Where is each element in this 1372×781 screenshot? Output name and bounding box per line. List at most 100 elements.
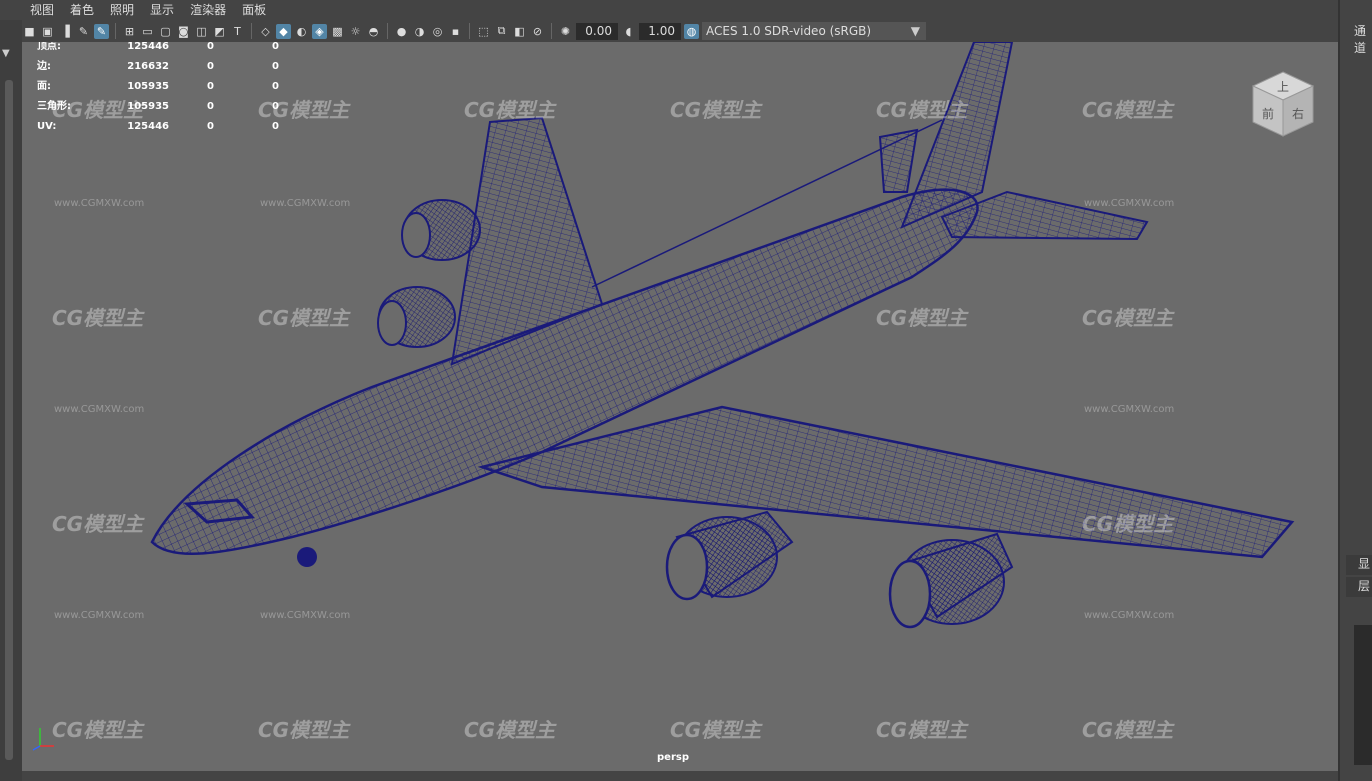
hud-value: 125446 [127, 121, 169, 132]
color-space-dropdown[interactable]: ACES 1.0 SDR-video (sRGB) ▼ [702, 22, 926, 40]
resolution-gate-icon[interactable]: ▢ [158, 24, 173, 39]
gamma-field[interactable]: 1.00 [639, 22, 681, 40]
toolbar-separator [387, 23, 388, 39]
hud-value: 0 [207, 42, 214, 52]
watermark-logo: CG模型主 [876, 306, 968, 330]
menu-show[interactable]: 显示 [142, 0, 182, 20]
watermark-logo: CG模型主 [258, 306, 350, 330]
near-engine-outer [888, 532, 1014, 629]
watermark-url: www.CGMXW.com [260, 198, 351, 209]
camera-icon[interactable]: ■ [22, 24, 37, 39]
bookmark-icon[interactable]: ▐ [58, 24, 73, 39]
watermark-logo: CG模型主 [1082, 306, 1174, 330]
far-engine-lower [377, 286, 456, 348]
hud-row-edges: 边: 216632 0 0 [37, 62, 279, 82]
channel-box-panel: 通道 显 层 [1338, 0, 1372, 781]
hud-label: 顶点: [37, 42, 61, 52]
safe-title-icon[interactable]: T [230, 24, 245, 39]
wireframe-on-shaded-icon[interactable]: ◈ [312, 23, 327, 39]
menu-renderer[interactable]: 渲染器 [182, 0, 234, 20]
watermark-logo: CG模型主 [464, 718, 556, 742]
menu-panels[interactable]: 面板 [234, 0, 274, 20]
hud-row-faces: 面: 105935 0 0 [37, 82, 279, 102]
3d-viewport[interactable]: CG模型主 CG模型主 CG模型主 CG模型主 CG模型主 CG模型主 www.… [22, 42, 1338, 771]
color-space-label: ACES 1.0 SDR-video (sRGB) [706, 24, 872, 38]
viewcube-front-label: 前 [1262, 106, 1274, 121]
far-engine-upper [401, 199, 481, 261]
nose-gear [297, 547, 317, 567]
chevron-down-icon: ▼ [910, 24, 920, 38]
tab-layers[interactable]: 层 [1346, 577, 1372, 597]
smooth-shade-icon[interactable]: ◆ [276, 23, 291, 39]
watermark-logo: CG模型主 [464, 98, 556, 122]
menu-view[interactable]: 视图 [0, 0, 62, 20]
exposure-field[interactable]: 0.00 [576, 22, 618, 40]
hud-label: 面: [37, 81, 51, 92]
hud-value: 105935 [127, 101, 169, 112]
hud-row-triangles: 三角形: 105935 0 0 [37, 102, 279, 122]
left-scrollbar[interactable] [5, 80, 13, 760]
film-gate-icon[interactable]: ▭ [140, 24, 155, 39]
hud-value: 0 [207, 81, 214, 92]
watermark-logo: CG模型主 [670, 718, 762, 742]
watermark-logo: CG模型主 [1082, 98, 1174, 122]
watermark-logo: CG模型主 [1082, 718, 1174, 742]
hud-value: 0 [272, 81, 279, 92]
menu-shading[interactable]: 着色 [62, 0, 102, 20]
layer-list[interactable] [1354, 625, 1372, 765]
xray-icon[interactable]: ▩ [330, 24, 345, 39]
viewcube-right-label: 右 [1292, 106, 1304, 121]
hud-value: 0 [207, 101, 214, 112]
watermark-logo: CG模型主 [52, 512, 144, 536]
toolbar-separator [115, 23, 116, 39]
shadows-icon[interactable]: ◓ [366, 24, 381, 39]
hud-row-vertices: 顶点: 125446 0 0 [37, 42, 279, 62]
exposure-icon[interactable]: ✺ [558, 24, 573, 39]
tab-display[interactable]: 显 [1346, 555, 1372, 575]
menu-lighting[interactable]: 照明 [102, 0, 142, 20]
left-toolbox: ▼ [0, 20, 22, 781]
pencil-tool-icon[interactable]: ✎ [94, 23, 109, 39]
lock-camera-icon[interactable]: ▣ [40, 24, 55, 39]
lights-icon[interactable]: ☼ [348, 24, 363, 39]
gamma-icon[interactable]: ◖ [621, 24, 636, 39]
motion-blur-icon[interactable]: ◑ [412, 24, 427, 39]
select-camera-icon[interactable]: ⬚ [476, 24, 491, 39]
default-material-icon[interactable]: ◐ [294, 24, 309, 39]
view-cube[interactable]: 上 前 右 [1248, 70, 1318, 140]
watermark-url: www.CGMXW.com [1084, 198, 1175, 209]
grid-icon[interactable]: ⊞ [122, 24, 137, 39]
hud-value: 0 [272, 121, 279, 132]
watermark-logo: CG模型主 [1082, 512, 1174, 536]
watermark-url: www.CGMXW.com [1084, 610, 1175, 621]
chevron-down-icon[interactable]: ▼ [2, 48, 10, 59]
xray-joints-icon[interactable]: ⧉ [494, 24, 509, 39]
watermark-logo: CG模型主 [670, 98, 762, 122]
hud-row-uvs: UV: 125446 0 0 [37, 122, 279, 142]
toolbar-separator [251, 23, 252, 39]
channels-label[interactable]: 通道 [1354, 22, 1372, 56]
toolbar-separator [551, 23, 552, 39]
antialiasing-icon[interactable]: ◎ [430, 24, 445, 39]
ambient-occlusion-icon[interactable]: ● [394, 24, 409, 39]
hud-value: 216632 [127, 61, 169, 72]
grease-pencil-icon[interactable]: ✎ [76, 24, 91, 39]
toolbar-separator [469, 23, 470, 39]
safe-action-icon[interactable]: ◩ [212, 24, 227, 39]
poly-count-hud: 顶点: 125446 0 0 边: 216632 0 0 面: 105935 0… [37, 42, 279, 142]
hud-label: 边: [37, 61, 51, 72]
watermark-url: www.CGMXW.com [54, 198, 145, 209]
gate-mask-icon[interactable]: ◙ [176, 24, 191, 39]
hud-value: 0 [272, 101, 279, 112]
backface-icon[interactable]: ⊘ [530, 24, 545, 39]
isolate-select-icon[interactable]: ▪ [448, 24, 463, 39]
hud-value: 0 [272, 42, 279, 52]
xray-active-icon[interactable]: ◧ [512, 24, 527, 39]
watermark-url: www.CGMXW.com [260, 610, 351, 621]
color-management-icon[interactable]: ◍ [684, 23, 699, 39]
field-chart-icon[interactable]: ◫ [194, 24, 209, 39]
watermark-logo: CG模型主 [52, 718, 144, 742]
wireframe-icon[interactable]: ◇ [258, 24, 273, 39]
watermark-logo: CG模型主 [258, 718, 350, 742]
camera-name-label: persp [657, 752, 689, 763]
